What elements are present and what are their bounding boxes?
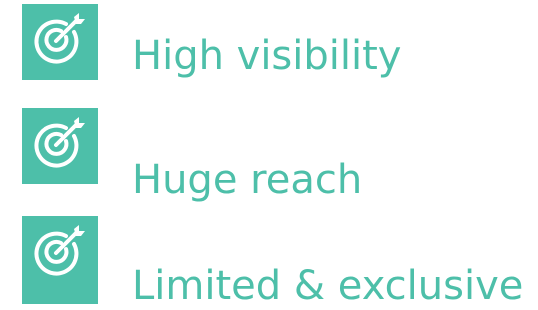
feature-label: Huge reach [132,157,363,203]
feature-item-huge-reach: Huge reach [0,108,538,204]
target-arrow-icon [22,108,98,184]
feature-label: Limited & exclusive [132,263,524,309]
target-arrow-icon [22,4,98,80]
feature-list: High visibility Huge reach Limited & exc… [0,0,538,310]
feature-item-limited-exclusive: Limited & exclusive [0,216,538,310]
feature-item-high-visibility: High visibility [0,4,538,100]
target-arrow-icon [22,216,98,304]
feature-label: High visibility [132,33,402,79]
